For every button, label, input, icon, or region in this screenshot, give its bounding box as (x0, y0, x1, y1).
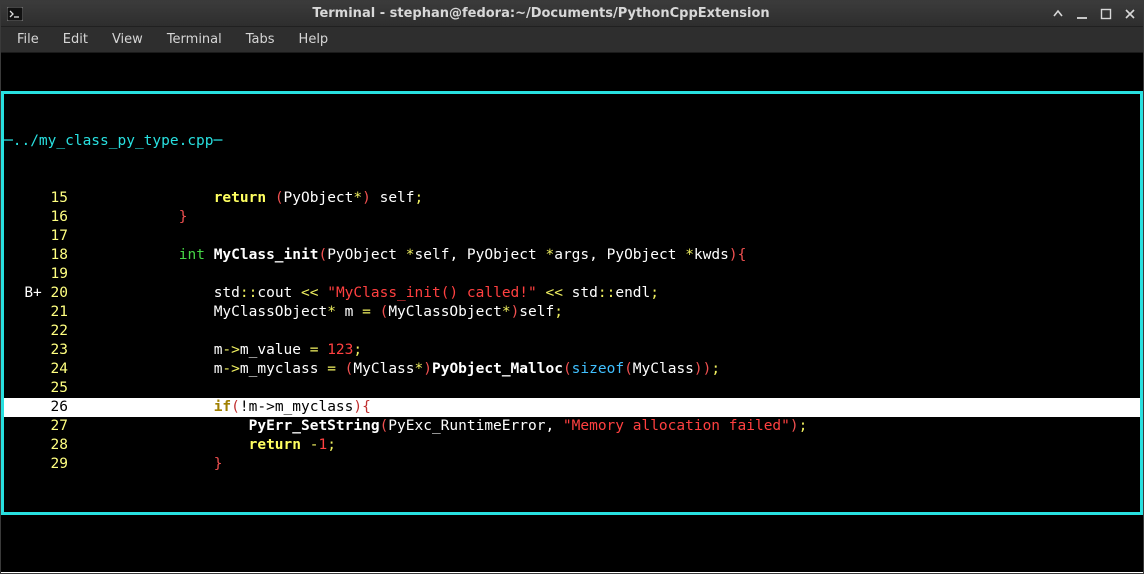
menu-edit[interactable]: Edit (53, 29, 98, 50)
code-text: return -1; (74, 436, 1140, 455)
code-text: PyErr_SetString(PyExc_RuntimeError, "Mem… (74, 417, 1140, 436)
code-line[interactable]: 21 MyClassObject* m = (MyClassObject*)se… (4, 303, 1140, 322)
menu-view[interactable]: View (102, 29, 153, 50)
gutter: 23 (4, 341, 74, 360)
code-text: int MyClass_init(PyObject *self, PyObjec… (74, 246, 1140, 265)
code-text: } (74, 455, 1140, 474)
code-line[interactable]: 16 } (4, 208, 1140, 227)
gutter: 27 (4, 417, 74, 436)
gutter: 29 (4, 455, 74, 474)
code-line[interactable]: 29 } (4, 455, 1140, 474)
code-line[interactable]: 18 int MyClass_init(PyObject *self, PyOb… (4, 246, 1140, 265)
gutter: 15 (4, 189, 74, 208)
status-left: multi-thre Thread 0x7ffff79127 In: MyCla… (1, 572, 933, 573)
code-line[interactable]: 27 PyErr_SetString(PyExc_RuntimeError, "… (4, 417, 1140, 436)
gutter: B+ 20 (4, 284, 74, 303)
code-line[interactable]: 23 m->m_value = 123; (4, 341, 1140, 360)
titlebar[interactable]: Terminal - stephan@fedora:~/Documents/Py… (1, 1, 1143, 27)
window-title: Terminal - stephan@fedora:~/Documents/Py… (31, 6, 1051, 21)
cgdb-status-bar: multi-thre Thread 0x7ffff79127 In: MyCla… (1, 572, 1143, 573)
code-text: return (PyObject*) self; (74, 189, 1140, 208)
code-text: m->m_myclass = (MyClass*)PyObject_Malloc… (74, 360, 1140, 379)
code-line[interactable]: 28 return -1; (4, 436, 1140, 455)
code-text (74, 265, 1140, 284)
menubar: File Edit View Terminal Tabs Help (1, 27, 1143, 53)
code-text: MyClassObject* m = (MyClassObject*)self; (74, 303, 1140, 322)
code-text: m->m_value = 123; (74, 341, 1140, 360)
gutter: 28 (4, 436, 74, 455)
maximize-button[interactable] (1099, 7, 1113, 21)
gutter: 19 (4, 265, 74, 284)
code-line[interactable]: 24 m->m_myclass = (MyClass*)PyObject_Mal… (4, 360, 1140, 379)
code-text (74, 379, 1140, 398)
terminal-body[interactable]: ─../my_class_py_type.cpp─ 15 return (PyO… (1, 53, 1143, 573)
menu-help[interactable]: Help (289, 29, 339, 50)
code-line[interactable]: B+ 20 std::cout << "MyClass_init() calle… (4, 284, 1140, 303)
window-buttons (1051, 7, 1137, 21)
gutter: > 26 (4, 398, 74, 417)
terminal-window: Terminal - stephan@fedora:~/Documents/Py… (0, 0, 1144, 574)
code-text: std::cout << "MyClass_init() called!" <<… (74, 284, 1140, 303)
code-line[interactable]: > 26 if(!m->m_myclass){ (4, 398, 1140, 417)
menu-file[interactable]: File (7, 29, 49, 50)
minimize-button[interactable] (1075, 7, 1089, 21)
close-button[interactable] (1123, 7, 1137, 21)
code-text: } (74, 208, 1140, 227)
terminal-icon (7, 7, 23, 21)
gutter: 22 (4, 322, 74, 341)
gutter: 18 (4, 246, 74, 265)
gutter: 25 (4, 379, 74, 398)
code-lines[interactable]: 15 return (PyObject*) self; 16 } 17 18 i… (4, 189, 1140, 474)
code-line[interactable]: 22 (4, 322, 1140, 341)
gutter: 21 (4, 303, 74, 322)
status-right: L26 PC: 0x7fffe9c2ca87 (933, 572, 1143, 573)
cgdb-file-tab: ─../my_class_py_type.cpp─ (4, 132, 1140, 151)
cgdb-source-pane[interactable]: ─../my_class_py_type.cpp─ 15 return (PyO… (1, 91, 1143, 515)
gutter: 17 (4, 227, 74, 246)
gutter: 24 (4, 360, 74, 379)
menu-tabs[interactable]: Tabs (236, 29, 285, 50)
code-line[interactable]: 19 (4, 265, 1140, 284)
gutter: 16 (4, 208, 74, 227)
code-text (74, 322, 1140, 341)
code-text (74, 227, 1140, 246)
code-line[interactable]: 15 return (PyObject*) self; (4, 189, 1140, 208)
code-line[interactable]: 25 (4, 379, 1140, 398)
window-up-button[interactable] (1051, 7, 1065, 21)
code-text: if(!m->m_myclass){ (74, 398, 1140, 417)
menu-terminal[interactable]: Terminal (157, 29, 232, 50)
code-line[interactable]: 17 (4, 227, 1140, 246)
